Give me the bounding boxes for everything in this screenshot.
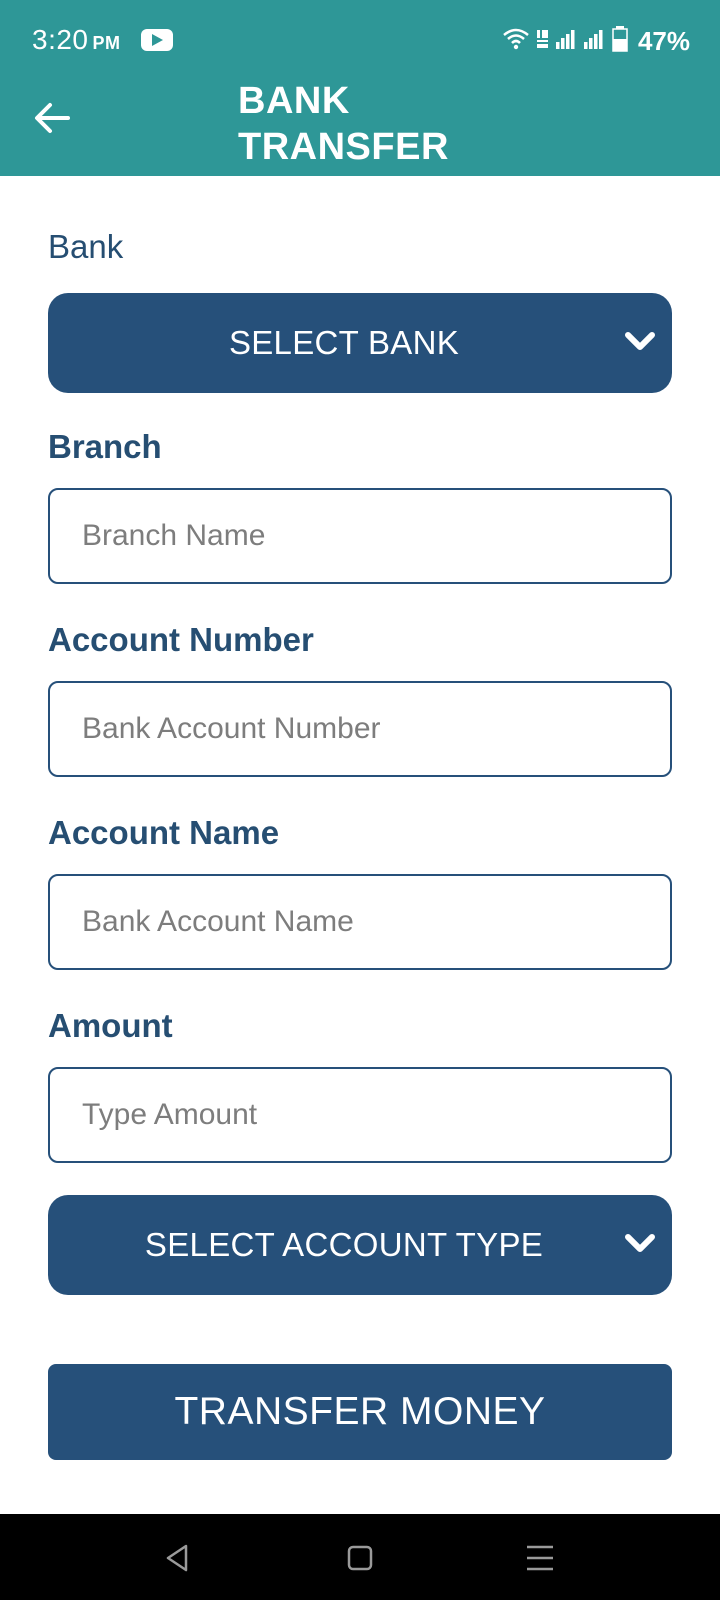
back-button[interactable]: [30, 96, 74, 140]
battery-icon: [612, 25, 628, 57]
signal-icon: [555, 28, 578, 55]
nav-recents-button[interactable]: [522, 1540, 558, 1576]
youtube-icon: [141, 29, 173, 51]
status-ampm: PM: [92, 33, 121, 53]
account-number-label: Account Number: [48, 621, 314, 658]
account-number-field-box: [48, 681, 672, 777]
account-name-field-box: [48, 874, 672, 970]
status-bar: 3:20 PM 47%: [0, 0, 720, 80]
amount-field-box: [48, 1067, 672, 1163]
battery-percentage: 47%: [637, 25, 690, 56]
branch-field-box: [48, 488, 672, 584]
transfer-money-button[interactable]: TRANSFER MONEY: [48, 1364, 672, 1460]
select-account-type-label: SELECT ACCOUNT TYPE: [144, 1226, 544, 1263]
account-name-input[interactable]: [50, 876, 670, 968]
chevron-down-icon: [625, 332, 655, 350]
status-clock: 3:20: [32, 24, 89, 55]
back-triangle-icon: [166, 1544, 188, 1572]
amount-label: Amount: [48, 1007, 173, 1044]
wifi-icon: [502, 27, 530, 56]
branch-input[interactable]: [50, 490, 670, 582]
account-name-label: Account Name: [48, 814, 280, 851]
page-title: BANK TRANSFER: [238, 80, 449, 168]
bank-transfer-screen: 3:20 PM 47% BANK TRANSFER Bank SELECT BA…: [0, 0, 720, 1600]
bank-label: Bank: [48, 228, 124, 265]
home-square-icon: [347, 1545, 373, 1571]
app-header: 3:20 PM 47% BANK TRANSFER: [0, 0, 720, 176]
menu-lines-icon: [527, 1545, 553, 1571]
amount-input[interactable]: [50, 1069, 670, 1161]
nav-back-button[interactable]: [160, 1540, 196, 1576]
account-number-input[interactable]: [50, 683, 670, 775]
transfer-money-label: TRANSFER MONEY: [174, 1390, 546, 1433]
volte-icon: [536, 28, 550, 55]
signal-icon: [583, 28, 606, 55]
chevron-down-icon: [625, 1234, 655, 1252]
select-bank-dropdown[interactable]: SELECT BANK: [48, 293, 672, 393]
select-account-type-dropdown[interactable]: SELECT ACCOUNT TYPE: [48, 1195, 672, 1295]
branch-label: Branch: [48, 428, 162, 465]
system-nav-bar: [0, 1514, 720, 1600]
nav-home-button[interactable]: [342, 1540, 378, 1576]
arrow-left-icon: [35, 103, 70, 133]
status-icons: 47%: [502, 24, 690, 58]
select-bank-label: SELECT BANK: [228, 324, 460, 361]
status-time: 3:20 PM: [32, 24, 121, 56]
